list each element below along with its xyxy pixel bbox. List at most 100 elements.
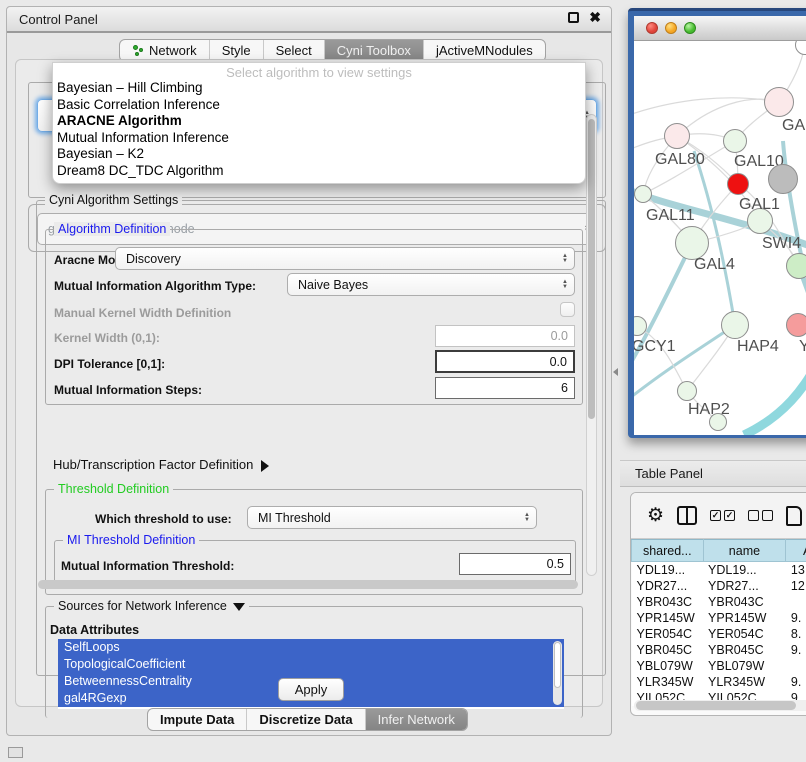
deselect-all-icon[interactable] [748,510,773,521]
control-panel-titlebar: Control Panel ✖ [7,7,611,33]
columns-icon[interactable] [677,506,697,525]
table-cell: YBL079W [632,658,704,674]
algorithm-option[interactable]: Mutual Information Inference [53,130,585,147]
collapsed-panel-icon[interactable] [8,747,23,758]
network-node-label: HAP4 [737,338,779,356]
table-row[interactable]: YER054CYER054C8. [632,626,806,642]
tab-label: Infer Network [378,712,455,727]
mi-type-label: Mutual Information Algorithm Type: [54,279,256,293]
data-attribute-item[interactable]: TopologicalCoefficient [58,656,564,673]
tab-impute-data[interactable]: Impute Data [148,709,247,730]
table-row[interactable]: YBR043CYBR043C [632,594,806,610]
network-node[interactable] [768,164,798,194]
cyni-algorithm-settings-group: Cyni Algorithm Settings Algorithm Defini… [36,200,606,676]
table-panel-header: Table Panel [620,460,806,487]
tab-network[interactable]: Network [120,40,210,61]
table-row[interactable]: YBR045CYBR045C9. [632,642,806,658]
algorithm-option[interactable]: Bayesian – Hill Climbing [53,80,585,97]
apply-button[interactable]: Apply [278,678,344,701]
table-row[interactable]: YDL19...YDL19...13 [632,562,806,578]
table-column-header[interactable]: shared... [632,540,704,562]
zoom-traffic-light-icon[interactable] [684,22,696,34]
network-node-gal80[interactable] [664,123,690,149]
network-node-gal4[interactable] [675,226,709,260]
sources-title[interactable]: Sources for Network Inference [54,599,249,613]
table-toolbar: ⚙ ✓✓ [631,493,806,539]
table-column-header[interactable]: name [703,540,786,562]
table-row[interactable]: YPR145WYPR145W9. [632,610,806,626]
stepper-arrows-icon: ▲▼ [524,513,530,523]
mi-steps-field[interactable]: 6 [435,377,575,399]
minimize-traffic-light-icon[interactable] [665,22,677,34]
hub-tf-expander[interactable]: Hub/Transcription Factor Definition [53,457,269,472]
attr-list-scrollbar[interactable] [553,641,562,705]
dpi-tolerance-field[interactable]: 0.0 [435,350,575,373]
settings-hscrollbar[interactable] [38,580,578,589]
tab-style[interactable]: Style [210,40,264,61]
network-node-label: Y [799,338,806,356]
aracne-mode-value: Discovery [126,252,181,266]
network-canvas[interactable]: GALGAL80GAL10GAL1GAL11GAL4SWI4GCY1HAP4YH… [634,41,806,435]
algorithm-dropdown-prompt: Select algorithm to view settings [53,63,585,80]
aracne-mode-combobox[interactable]: Discovery ▲▼ [115,247,575,270]
kernel-width-value: 0.0 [551,329,568,343]
tab-infer-network[interactable]: Infer Network [366,709,467,730]
algorithm-option[interactable]: ARACNE Algorithm [53,113,585,130]
tab-label: Network [149,43,197,58]
table-cell: YBR045C [703,642,786,658]
manual-kernel-checkbox[interactable] [560,302,575,317]
mi-type-combobox[interactable]: Naive Bayes ▲▼ [287,273,575,296]
table-cell: 9. [786,674,806,690]
table-cell: YLR345W [703,674,786,690]
node-table[interactable]: shared...nameA YDL19...YDL19...13YDR27..… [631,539,806,706]
panel-divider-arrow[interactable] [613,368,618,376]
network-node-label: GCY1 [634,338,676,356]
export-table-icon[interactable] [786,506,802,526]
data-attribute-item[interactable]: SelfLoops [58,639,564,656]
float-icon[interactable] [568,12,579,23]
algorithm-option[interactable]: Bayesian – K2 [53,146,585,163]
settings-vscrollbar[interactable] [586,114,597,576]
hub-tf-label: Hub/Transcription Factor Definition [53,457,253,472]
network-node-hap2[interactable] [677,381,697,401]
table-column-header[interactable]: A [786,540,806,562]
table-hscrollbar[interactable] [634,700,806,711]
select-all-icon[interactable]: ✓✓ [710,510,735,521]
table-row[interactable]: YBL079WYBL079W [632,658,806,674]
table-cell: 9. [786,610,806,626]
expander-right-icon [261,460,269,472]
table-cell: YPR145W [632,610,704,626]
network-node-hap4[interactable] [721,311,749,339]
network-node-label: GAL4 [694,256,735,274]
table-row[interactable]: YDR27...YDR27...12 [632,578,806,594]
network-node-y[interactable] [786,313,806,337]
mi-threshold-value: 0.5 [547,557,564,571]
which-threshold-combobox[interactable]: MI Threshold ▲▼ [247,506,537,529]
mi-threshold-field[interactable]: 0.5 [459,553,571,575]
gear-icon[interactable]: ⚙ [647,504,664,527]
network-node-swi4[interactable] [786,253,806,279]
algorithm-option[interactable]: Dream8 DC_TDC Algorithm [53,163,585,180]
network-node[interactable] [709,413,727,431]
network-node-gal11[interactable] [634,185,652,203]
close-traffic-light-icon[interactable] [646,22,658,34]
tab-select[interactable]: Select [264,40,325,61]
stepper-arrows-icon: ▲▼ [562,280,568,290]
network-node[interactable] [727,173,749,195]
which-threshold-label: Which threshold to use: [95,512,232,526]
kernel-width-field[interactable]: 0.0 [435,325,575,347]
table-row[interactable]: YLR345WYLR345W9. [632,674,806,690]
algorithm-option[interactable]: Basic Correlation Inference [53,97,585,114]
tab-cyni-toolbox[interactable]: Cyni Toolbox [325,40,424,61]
table-cell: YDR27... [703,578,786,594]
kernel-width-label: Kernel Width (0,1): [54,331,160,345]
network-node-gal10[interactable] [723,129,747,153]
algorithm-definition-title: Algorithm Definition [54,222,170,236]
tab-discretize-data[interactable]: Discretize Data [247,709,365,730]
network-node-gal[interactable] [764,87,794,117]
tab-jactivemnodules[interactable]: jActiveMNodules [424,40,545,61]
which-threshold-value: MI Threshold [258,511,331,525]
table-cell: 12 [786,578,806,594]
close-icon[interactable]: ✖ [589,12,601,23]
tab-label: Select [276,43,312,58]
